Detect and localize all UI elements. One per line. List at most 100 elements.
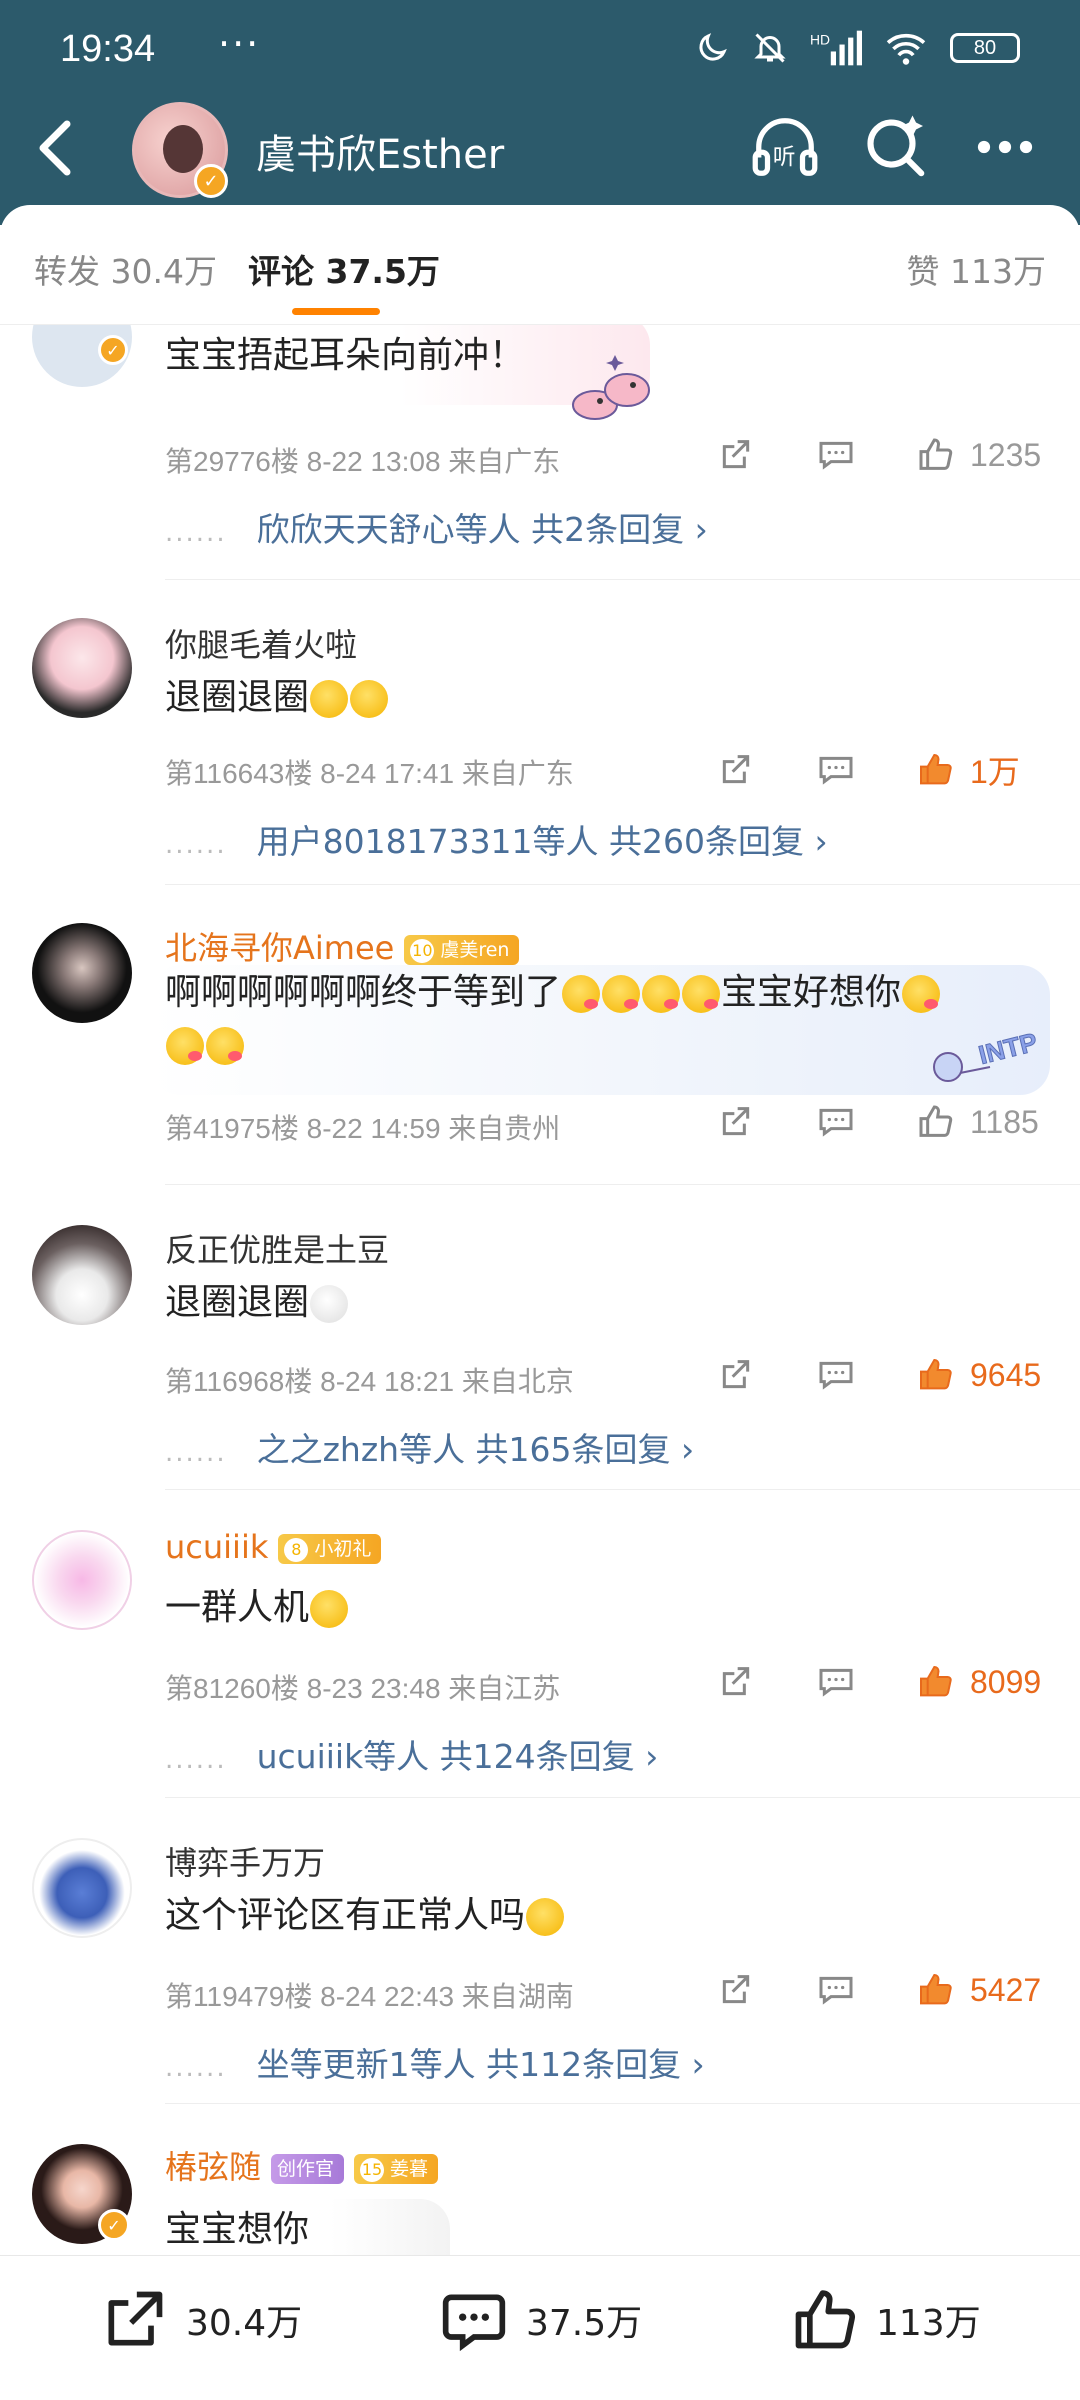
comment-author[interactable]: ucuiiik xyxy=(165,1528,268,1566)
comment-text: 退圈退圈 xyxy=(165,677,310,718)
comment-avatar[interactable] xyxy=(32,618,132,718)
comment-item: 博弈手万万 这个评论区有正常人吗 第119479楼 8-24 22:43 来自湖… xyxy=(0,1798,1080,2104)
like-count: 9645 xyxy=(970,1356,1042,1393)
comment-avatar[interactable] xyxy=(32,1225,132,1325)
smile-emoji-icon xyxy=(310,680,349,718)
mute-bell-icon xyxy=(754,33,786,63)
share-icon[interactable] xyxy=(716,1102,756,1142)
reply-summary-text: 之之zhzh等人 共165条回复 › xyxy=(256,1430,695,1469)
profile-name[interactable]: 虞书欣Esther xyxy=(256,122,504,180)
nav-bar: ✓ 虞书欣Esther 听 xyxy=(0,100,1080,200)
comment-icon[interactable] xyxy=(816,1102,856,1142)
signal-hd-label: HD xyxy=(810,32,830,48)
tab-repost[interactable]: 转发 30.4万 xyxy=(34,245,217,293)
intp-sticker-icon: INTP xyxy=(933,1026,1041,1082)
comment-icon[interactable] xyxy=(816,1970,856,2010)
verified-icon: ✓ xyxy=(194,164,228,198)
reply-summary-link[interactable]: ...... 用户8018173311等人 共260条回复 › xyxy=(165,815,828,863)
like-filled-icon[interactable] xyxy=(916,1355,956,1395)
comment-meta: 第81260楼 8-23 23:48 来自江苏 xyxy=(165,1673,561,1704)
fan-badge[interactable]: 10 虞美ren xyxy=(404,935,520,965)
fan-badge[interactable]: 15 姜暮 xyxy=(354,2154,439,2184)
comment-icon xyxy=(442,2294,506,2352)
comment-author[interactable]: 反正优胜是土豆 xyxy=(165,1225,389,1271)
comment-avatar[interactable] xyxy=(32,923,132,1023)
bottom-action-bar: 30.4万 37.5万 113万 xyxy=(0,2255,1080,2400)
comment-text-line: 这个评论区有正常人吗 xyxy=(165,1890,565,1942)
comment-icon[interactable] xyxy=(816,1355,856,1395)
search-icon[interactable] xyxy=(860,112,930,182)
comment-list[interactable]: ✓ 宝宝捂起耳朵向前冲！ 第29776楼 8-22 13:08 来自广东 123… xyxy=(0,325,1080,2255)
like-icon[interactable] xyxy=(916,1102,956,1142)
tab-likes[interactable]: 赞 113万 xyxy=(907,245,1046,293)
comment-text: 宝宝想你 xyxy=(165,2209,310,2250)
comment-avatar[interactable] xyxy=(32,1838,132,1938)
listen-label: 听 xyxy=(773,145,796,171)
creator-badge[interactable]: 创作官 xyxy=(271,2154,345,2184)
comment-button[interactable]: 37.5万 xyxy=(440,2286,642,2354)
share-icon[interactable] xyxy=(716,1355,756,1395)
status-icons: HD 80 xyxy=(694,30,1020,66)
comment-text: 啊啊啊啊啊啊终于等到了 xyxy=(165,972,562,1013)
reply-summary-link[interactable]: ...... 之之zhzh等人 共165条回复 › xyxy=(165,1423,694,1471)
kiss-emoji-icon xyxy=(206,1027,244,1065)
kiss-emoji-icon xyxy=(682,975,721,1013)
like-filled-icon[interactable] xyxy=(916,750,956,790)
comment-meta: 第116643楼 8-24 17:41 来自广东 xyxy=(165,758,574,789)
share-icon[interactable] xyxy=(716,435,756,475)
comment-item: 反正优胜是土豆 退圈退圈 第116968楼 8-24 18:21 来自北京 96… xyxy=(0,1185,1080,1490)
comment-meta: 第116968楼 8-24 18:21 来自北京 xyxy=(165,1366,574,1397)
reply-summary-text: ucuiiik等人 共124条回复 › xyxy=(256,1737,659,1776)
comment-icon[interactable] xyxy=(816,750,856,790)
comment-author[interactable]: 北海寻你Aimee xyxy=(165,929,394,967)
moon-icon xyxy=(699,33,727,61)
like-filled-icon[interactable] xyxy=(916,1662,956,1702)
like-filled-icon[interactable] xyxy=(916,1970,956,2010)
verified-icon: ✓ xyxy=(98,2209,130,2241)
share-icon[interactable] xyxy=(716,1970,756,2010)
comment-avatar[interactable] xyxy=(32,1530,132,1630)
share-icon[interactable] xyxy=(716,750,756,790)
comment-text: 退圈退圈 xyxy=(165,1282,310,1323)
more-icon[interactable] xyxy=(970,112,1040,182)
tab-bar: 转发 30.4万 评论 37.5万 赞 113万 xyxy=(0,205,1080,325)
comment-author[interactable]: 椿弦随 xyxy=(165,2148,261,2186)
sticker-label: INTP xyxy=(976,1027,1041,1070)
headphone-listen-icon[interactable]: 听 xyxy=(750,112,820,182)
status-more-dots: ··· xyxy=(218,22,261,66)
comment-item: 你腿毛着火啦 退圈退圈 第116643楼 8-24 17:41 来自广东 1万 … xyxy=(0,580,1080,885)
like-icon[interactable] xyxy=(916,435,956,475)
share-icon[interactable] xyxy=(716,1662,756,1702)
tab-comments[interactable]: 评论 37.5万 xyxy=(248,245,440,293)
comment-author-row: ucuiiik 8 小初礼 xyxy=(165,1528,382,1566)
comment-author[interactable]: 博弈手万万 xyxy=(165,1838,325,1884)
kiss-emoji-icon xyxy=(602,975,641,1013)
back-arrow-icon[interactable] xyxy=(30,118,80,178)
comment-text-line: 一群人机 xyxy=(165,1582,349,1634)
reply-summary-link[interactable]: ...... 欣欣天天舒心等人 共2条回复 › xyxy=(165,503,708,551)
like-count: 1235 xyxy=(970,436,1042,473)
nav-actions: 听 xyxy=(750,112,1040,182)
battery-indicator: 80 xyxy=(950,33,1020,63)
comment-item: ✓ 椿弦随 创作官 15 姜暮 宝宝想你 xyxy=(0,2104,1080,2255)
fan-badge-label: 小初礼 xyxy=(314,1538,372,1560)
comment-item: ✓ 宝宝捂起耳朵向前冲！ 第29776楼 8-22 13:08 来自广东 123… xyxy=(0,325,1080,580)
kiss-emoji-icon xyxy=(562,975,601,1013)
comment-icon[interactable] xyxy=(816,435,856,475)
reply-summary-link[interactable]: ...... 坐等更新1等人 共112条回复 › xyxy=(165,2038,705,2086)
fan-badge-level: 10 xyxy=(410,939,435,963)
comment-actions: 5427 xyxy=(716,1970,1050,2010)
comment-text-continued: 宝宝好想你 xyxy=(721,972,902,1013)
comment-count: 37.5万 xyxy=(526,2303,643,2344)
repost-button[interactable]: 30.4万 xyxy=(100,2286,302,2354)
smile-emoji-icon xyxy=(350,680,389,718)
reply-summary-link[interactable]: ...... ucuiiik等人 共124条回复 › xyxy=(165,1730,658,1778)
like-button[interactable]: 113万 xyxy=(790,2286,981,2354)
comment-author-row: 北海寻你Aimee 10 虞美ren xyxy=(165,923,520,969)
like-icon xyxy=(795,2290,856,2349)
comment-author[interactable]: 你腿毛着火啦 xyxy=(165,620,357,666)
comment-icon[interactable] xyxy=(816,1662,856,1702)
fan-badge[interactable]: 8 小初礼 xyxy=(278,1534,382,1564)
comment-text-line: 退圈退圈 xyxy=(165,1277,349,1329)
comment-text: 一群人机 xyxy=(165,1587,310,1628)
